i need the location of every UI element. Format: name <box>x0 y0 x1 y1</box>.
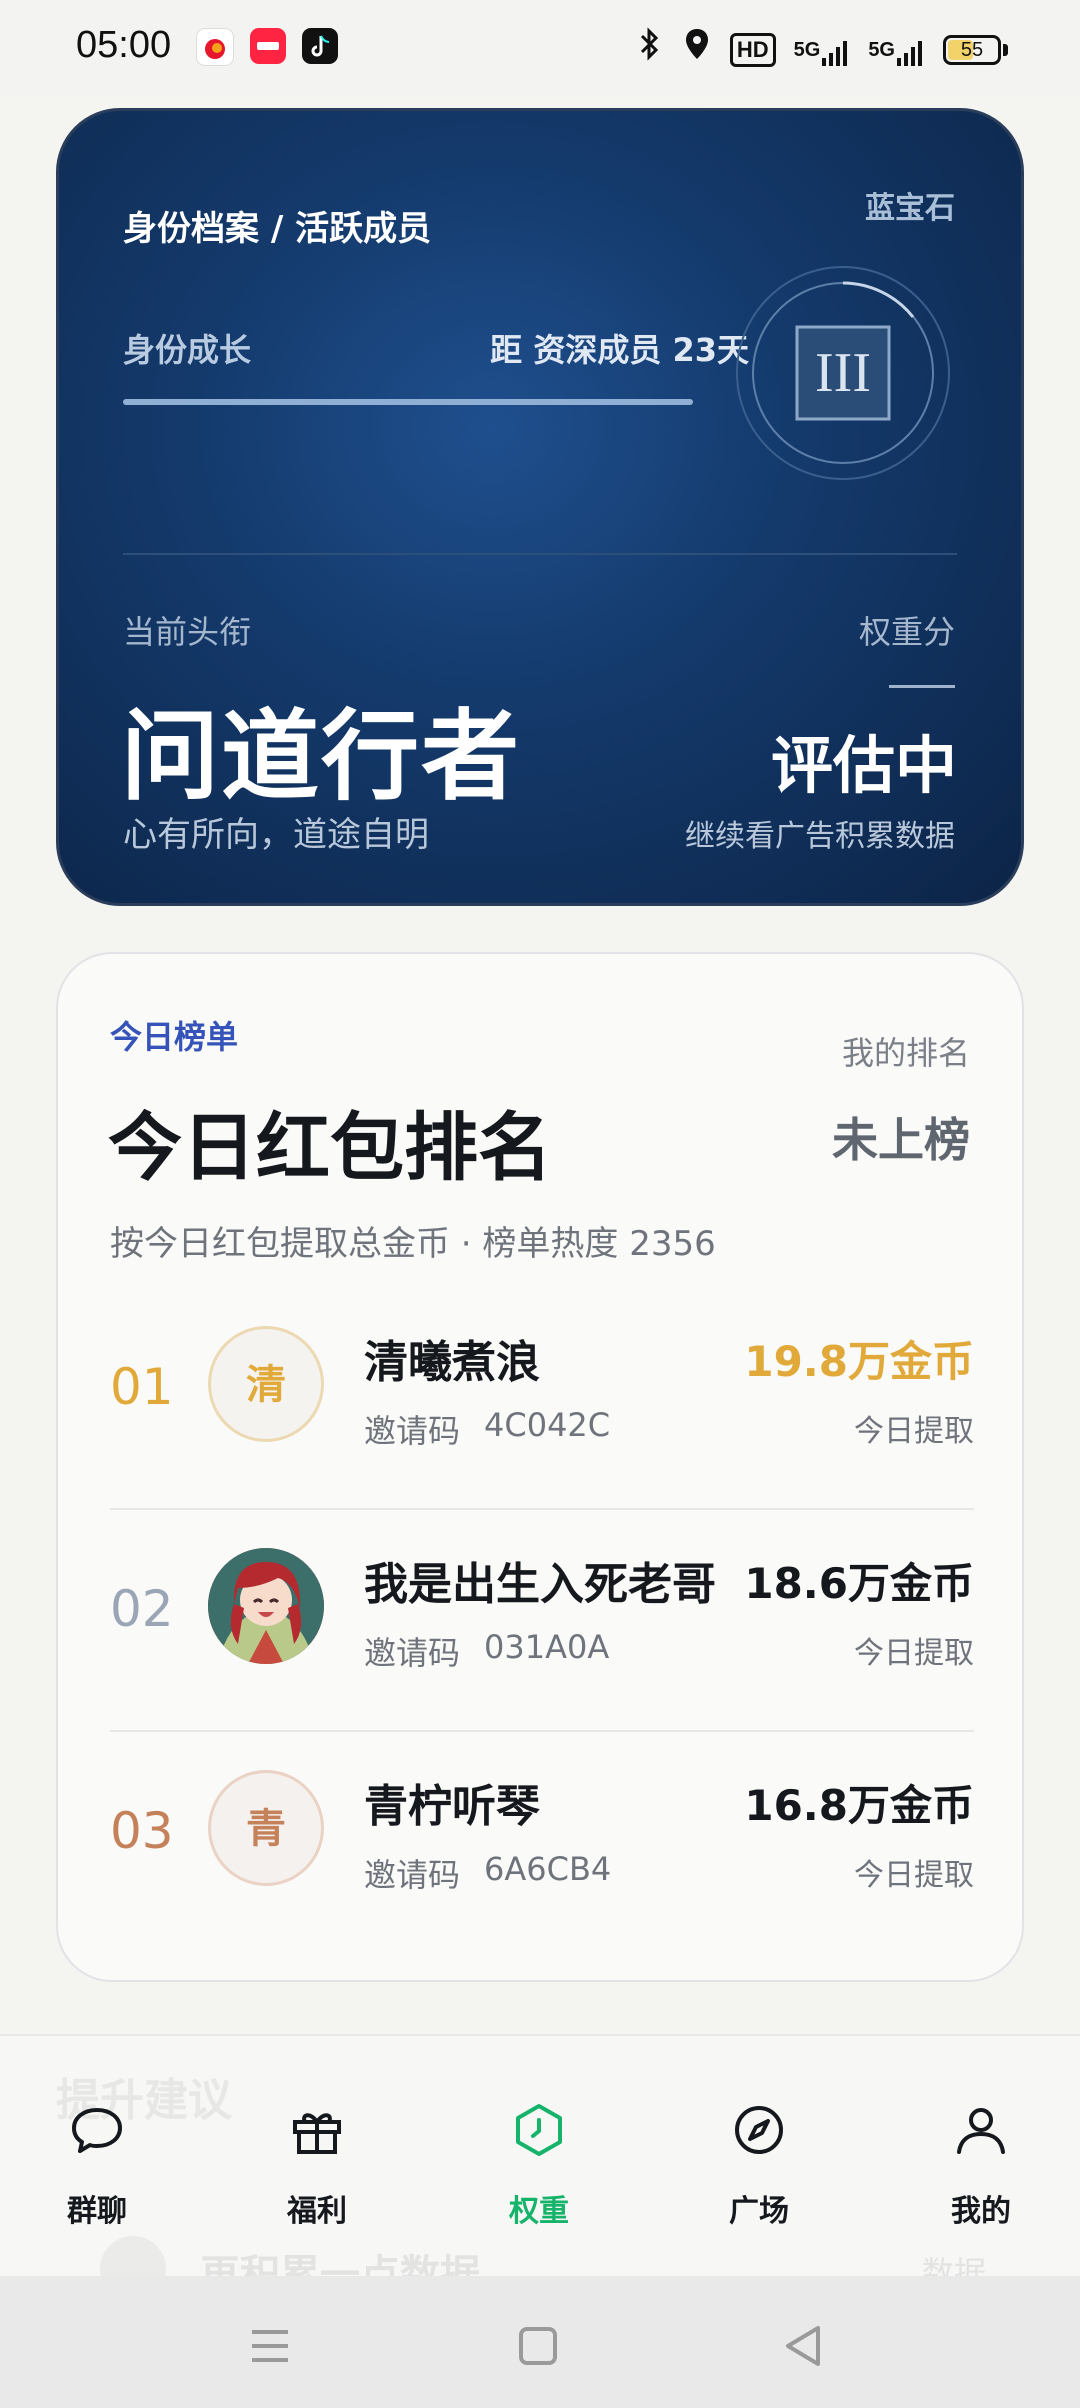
tab-square[interactable]: 广场 <box>684 2100 834 2230</box>
growth-progress-bar <box>123 399 693 405</box>
title-subtitle: 心有所向，道途自明 <box>123 815 429 855</box>
user-name: 我是出生入死老哥 <box>364 1559 716 1610</box>
location-icon <box>682 26 712 73</box>
home-icon[interactable] <box>508 2316 568 2376</box>
rank-number: 03 <box>110 1802 174 1860</box>
current-title: 问道行者 <box>121 700 522 814</box>
invite-code: 031A0A <box>484 1628 610 1666</box>
avatar: 青 <box>208 1770 324 1886</box>
weight-underline <box>889 685 955 688</box>
weight-hint: 继续看广告积累数据 <box>685 819 955 854</box>
weight-label: 权重分 <box>858 613 955 651</box>
bottom-tab-bar: 提升建议 再积累一点数据 数据 群聊 福利 权重 广场 我的 <box>0 2034 1080 2302</box>
tab-group-chat[interactable]: 群聊 <box>22 2100 172 2230</box>
system-navigation-bar <box>0 2276 1080 2408</box>
tab-label: 我的 <box>951 2194 1011 2229</box>
ranking-row[interactable]: 03 青 青柠听琴 邀请码 6A6CB4 16.8万金币 今日提取 <box>110 1732 974 1954</box>
ranking-row[interactable]: 01 清 清曦煮浪 邀请码 4C042C 19.8万金币 今日提取 <box>110 1288 974 1510</box>
weight-value: 评估中 <box>770 729 957 802</box>
avatar: 清 <box>208 1326 324 1442</box>
ranking-subtitle: 按今日红包提取总金币 · 榜单热度 2356 <box>110 1224 716 1264</box>
tab-mine[interactable]: 我的 <box>906 2100 1056 2230</box>
status-bar: 05:00 HD 5G 5G 55 <box>0 0 1080 96</box>
status-icons: HD 5G 5G 55 <box>636 26 1008 73</box>
my-rank-label: 我的排名 <box>841 1034 970 1072</box>
battery-level: 55 <box>960 38 984 61</box>
growth-label: 身份成长 <box>123 331 252 369</box>
bluetooth-icon <box>636 26 664 73</box>
weibo-app-icon <box>196 28 234 66</box>
avatar <box>208 1548 324 1664</box>
hexagon-clock-icon <box>516 2104 562 2156</box>
badge-numeral: III <box>815 342 871 404</box>
hd-icon: HD <box>729 32 776 67</box>
battery-icon: 55 <box>943 34 1001 65</box>
tab-label: 福利 <box>287 2194 347 2229</box>
gift-icon <box>293 2113 341 2154</box>
rank-number: 02 <box>110 1580 174 1638</box>
ranking-eyebrow: 今日榜单 <box>110 1018 239 1056</box>
5g-signal-icon: 5G <box>868 32 925 68</box>
user-name: 清曦煮浪 <box>364 1337 540 1388</box>
amount-note: 今日提取 <box>854 1858 974 1893</box>
amount-note: 今日提取 <box>854 1636 974 1671</box>
invite-code: 6A6CB4 <box>484 1850 612 1888</box>
growth-progress-fill <box>123 399 693 405</box>
ranking-card: 今日榜单 我的排名 今日红包排名 未上榜 按今日红包提取总金币 · 榜单热度 2… <box>56 952 1024 1982</box>
invite-code-label: 邀请码 <box>364 1856 461 1894</box>
anime-avatar-image <box>208 1548 324 1664</box>
compass-icon <box>735 2106 783 2154</box>
tab-weight[interactable]: 权重 <box>464 2100 614 2230</box>
battery-cap <box>1003 43 1008 56</box>
level-badge: 蓝宝石 <box>865 191 955 226</box>
level-emblem: III <box>735 265 951 481</box>
tab-benefits[interactable]: 福利 <box>242 2100 392 2230</box>
back-icon[interactable] <box>774 2316 834 2376</box>
coin-amount: 19.8万金币 <box>744 1337 974 1386</box>
xiaohongshu-app-icon <box>250 28 286 64</box>
menu-icon[interactable] <box>240 2316 300 2376</box>
chat-bubble-icon <box>72 2108 122 2153</box>
ranking-title: 今日红包排名 <box>108 1105 552 1191</box>
tab-label: 广场 <box>729 2194 789 2229</box>
identity-breadcrumb: 身份档案 / 活跃成员 <box>123 209 432 249</box>
user-name: 青柠听琴 <box>364 1781 540 1832</box>
coin-amount: 16.8万金币 <box>744 1781 974 1830</box>
ranking-row[interactable]: 02 我是出生入死老哥 邀请码 031A0A 18.6万金币 今日提取 <box>110 1510 974 1732</box>
tiktok-app-icon <box>302 28 338 64</box>
identity-divider <box>123 553 957 555</box>
identity-card[interactable]: 身份档案 / 活跃成员 蓝宝石 身份成长 距 资深成员 23天 III 当前头衔… <box>56 108 1024 906</box>
tab-label: 权重 <box>509 2194 569 2229</box>
title-label: 当前头衔 <box>123 613 252 651</box>
coin-amount: 18.6万金币 <box>744 1559 974 1608</box>
invite-code-label: 邀请码 <box>364 1634 461 1672</box>
person-icon <box>957 2108 1005 2154</box>
tab-label: 群聊 <box>67 2194 127 2229</box>
invite-code: 4C042C <box>484 1406 611 1444</box>
rank-number: 01 <box>110 1358 174 1416</box>
growth-distance: 距 资深成员 23天 <box>490 331 749 369</box>
status-time: 05:00 <box>76 24 172 66</box>
5g-signal-icon: 5G <box>794 32 851 68</box>
invite-code-label: 邀请码 <box>364 1412 461 1450</box>
amount-note: 今日提取 <box>854 1414 974 1449</box>
my-rank-status: 未上榜 <box>832 1113 970 1167</box>
